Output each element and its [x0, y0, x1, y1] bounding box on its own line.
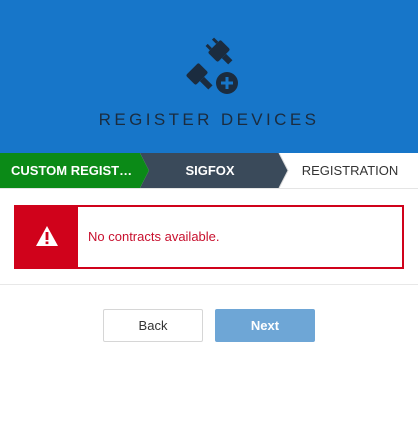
dialog-header: REGISTER DEVICES — [0, 0, 418, 153]
content-divider — [0, 284, 418, 285]
back-button[interactable]: Back — [103, 309, 203, 342]
step-registration[interactable]: REGISTRATION — [290, 153, 410, 188]
wizard-steps: CUSTOM REGIST… SIGFOX REGISTRATION — [0, 153, 418, 188]
step-sigfox[interactable]: SIGFOX — [170, 153, 250, 188]
error-alert: No contracts available. — [14, 205, 404, 269]
step-custom-registration[interactable]: CUSTOM REGIST… — [11, 153, 139, 188]
dialog-title: REGISTER DEVICES — [98, 110, 320, 129]
alert-icon-container — [16, 207, 78, 267]
plug-plus-icon — [175, 34, 243, 98]
alert-message: No contracts available. — [88, 229, 220, 244]
warning-icon — [36, 226, 58, 246]
next-button[interactable]: Next — [215, 309, 315, 342]
steps-divider — [0, 188, 418, 189]
